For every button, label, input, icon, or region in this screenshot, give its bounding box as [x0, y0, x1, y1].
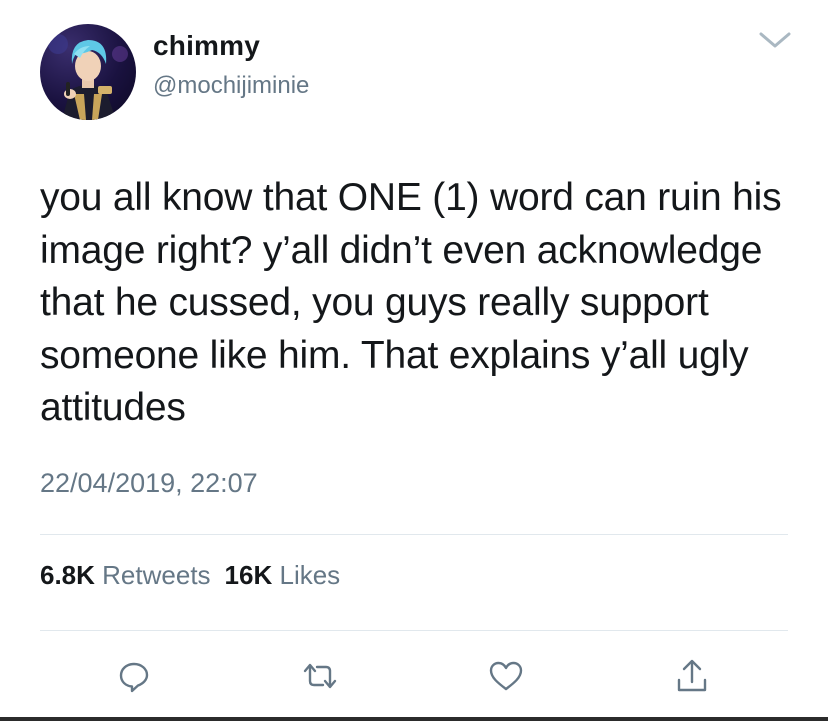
retweets-count: 6.8K — [40, 560, 95, 590]
bottom-border — [0, 717, 828, 721]
reply-icon — [119, 662, 149, 693]
like-button[interactable] — [486, 656, 526, 696]
likes-label: Likes — [279, 560, 341, 590]
tweet-text: you all know that ONE (1) word can ruin … — [40, 176, 782, 429]
divider — [40, 534, 788, 535]
likes-count: 16K — [224, 560, 273, 590]
share-button[interactable] — [672, 656, 712, 696]
tweet-timestamp[interactable]: 22/04/2019, 22:07 — [40, 468, 258, 499]
tweet-stats: 6.8K Retweets 16K Likes — [40, 560, 340, 591]
user-handle[interactable]: @mochijiminie — [153, 72, 309, 100]
heart-icon — [489, 661, 523, 691]
avatar[interactable] — [40, 24, 136, 120]
retweet-button[interactable] — [300, 656, 340, 696]
share-icon — [677, 659, 707, 692]
retweet-icon — [303, 663, 337, 689]
tweet-card: chimmy @mochijiminie you all know that O… — [0, 0, 828, 721]
divider — [40, 630, 788, 631]
reply-button[interactable] — [114, 656, 154, 696]
display-name[interactable]: chimmy — [153, 30, 260, 62]
chevron-down-icon[interactable] — [758, 30, 792, 50]
retweets-stat[interactable]: 6.8K Retweets — [40, 560, 211, 590]
avatar-image — [48, 34, 128, 120]
retweets-label: Retweets — [102, 560, 211, 590]
likes-stat[interactable]: 16K Likes — [225, 560, 341, 590]
